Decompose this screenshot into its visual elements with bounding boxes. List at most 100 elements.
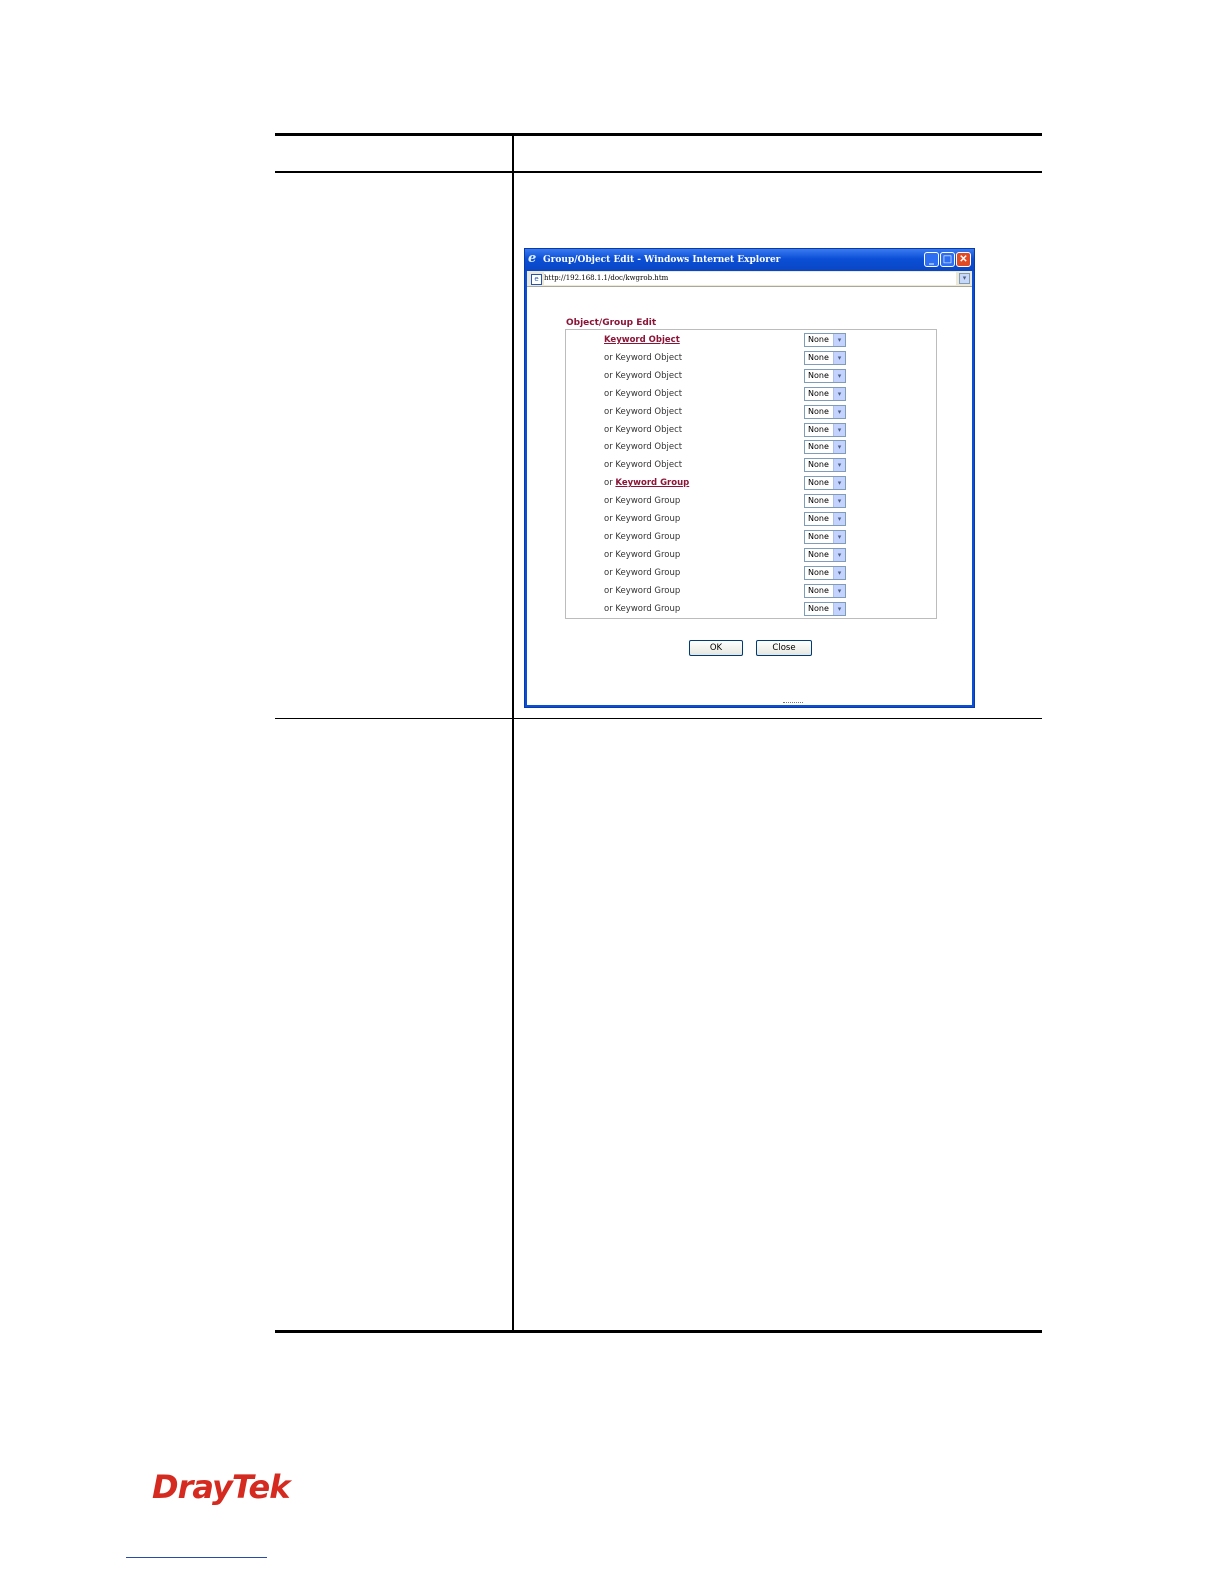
row-prefix: or (604, 531, 616, 542)
chevron-down-icon[interactable]: ▾ (833, 459, 845, 472)
chevron-down-icon[interactable]: ▾ (833, 423, 845, 436)
object-select[interactable]: None ▾ (804, 565, 846, 580)
object-select[interactable]: None ▾ (804, 601, 846, 616)
ie-content-area: e http://192.168.1.1/doc/kwgrob.htm ▾ Ob… (527, 271, 972, 705)
select-value: None (808, 585, 829, 595)
select-value: None (808, 567, 829, 577)
table-top-border (275, 133, 1042, 136)
row-text: Keyword Group (615, 496, 681, 507)
close-button[interactable]: Close (756, 640, 812, 656)
row-label: Keyword Object (604, 335, 680, 345)
row-label: or Keyword Object (604, 389, 682, 399)
select-value: None (808, 352, 829, 362)
maximize-icon[interactable]: □ (940, 252, 955, 267)
row-label: or Keyword Object (604, 442, 682, 452)
object-select[interactable]: None ▾ (804, 512, 846, 526)
address-url[interactable]: http://192.168.1.1/doc/kwgrob.htm (544, 272, 956, 285)
dialog-title: Object/Group Edit (566, 318, 657, 328)
row-link[interactable]: Keyword Group (615, 478, 689, 488)
chevron-down-icon[interactable]: ▾ (833, 548, 845, 561)
object-select[interactable]: None ▾ (804, 368, 846, 383)
table-row: or Keyword Object None ▾ (566, 367, 936, 385)
address-dropdown-icon[interactable]: ▾ (959, 273, 970, 284)
row-text: Keyword Object (615, 442, 683, 453)
object-select[interactable]: None ▾ (804, 422, 846, 437)
row-label: or Keyword Object (604, 371, 682, 381)
select-value: None (808, 549, 829, 559)
chevron-down-icon[interactable]: ▾ (833, 405, 845, 418)
object-select[interactable]: None ▾ (804, 440, 846, 455)
row-prefix: or (604, 603, 616, 614)
table-row: or Keyword Object None ▾ (566, 438, 936, 456)
row-prefix: or (604, 549, 616, 560)
object-select[interactable]: None ▾ (804, 476, 846, 491)
object-select[interactable]: None ▾ (804, 404, 846, 419)
chevron-down-icon[interactable]: ▾ (833, 566, 845, 579)
address-bar[interactable]: e http://192.168.1.1/doc/kwgrob.htm ▾ (527, 271, 972, 287)
row-label: or Keyword Object (604, 353, 682, 363)
row-label: or Keyword Group (604, 550, 680, 560)
chevron-down-icon[interactable]: ▾ (833, 369, 845, 382)
table-row: or Keyword Group None ▾ (566, 600, 936, 618)
chevron-down-icon[interactable]: ▾ (833, 513, 845, 525)
chevron-down-icon[interactable]: ▾ (833, 530, 845, 543)
chevron-down-icon[interactable]: ▾ (833, 334, 845, 346)
status-indicator (783, 702, 803, 705)
row-text: Keyword Object (615, 406, 683, 417)
row-text: Keyword Object (615, 352, 683, 363)
row-text: Keyword Object (615, 370, 683, 381)
select-value: None (808, 335, 829, 344)
ok-button[interactable]: OK (689, 640, 743, 656)
ie-popup-window: e Group/Object Edit - Windows Internet E… (524, 248, 975, 708)
row-text: Keyword Group (615, 567, 681, 578)
minimize-icon[interactable]: _ (924, 252, 939, 267)
row-prefix: or (604, 424, 616, 435)
row-label: or Keyword Object (604, 425, 682, 435)
table-row: or Keyword Object None ▾ (566, 403, 936, 421)
object-select[interactable]: None ▾ (804, 494, 846, 509)
row-text: Keyword Group (615, 585, 681, 596)
window-title-bar[interactable]: e Group/Object Edit - Windows Internet E… (525, 249, 974, 271)
footer-link-underline[interactable] (126, 1557, 267, 1558)
select-value: None (808, 424, 829, 434)
object-select[interactable]: None ▾ (804, 458, 846, 473)
row-label: or Keyword Group (604, 586, 680, 596)
row-text: Keyword Object (615, 388, 683, 399)
chevron-down-icon[interactable]: ▾ (833, 477, 845, 490)
object-select[interactable]: None ▾ (804, 386, 846, 401)
chevron-down-icon[interactable]: ▾ (833, 602, 845, 615)
select-value: None (808, 514, 829, 523)
object-select[interactable]: None ▾ (804, 583, 846, 598)
table-row: or Keyword Group None ▾ (566, 546, 936, 564)
table-row-divider (275, 718, 1042, 719)
row-text: Keyword Group (615, 549, 681, 560)
chevron-down-icon[interactable]: ▾ (833, 387, 845, 400)
table-row: or Keyword Group None ▾ (566, 528, 936, 546)
row-label: or Keyword Object (604, 407, 682, 417)
row-label: or Keyword Group (604, 532, 680, 542)
chevron-down-icon[interactable]: ▾ (833, 584, 845, 597)
row-prefix: or (604, 460, 616, 471)
chevron-down-icon[interactable]: ▾ (833, 441, 845, 454)
row-text: Keyword Group (615, 531, 681, 542)
row-label: or Keyword Group (604, 514, 680, 524)
table-row: Keyword Object None ▾ (566, 331, 936, 349)
table-row: or Keyword Object None ▾ (566, 456, 936, 474)
object-select[interactable]: None ▾ (804, 350, 846, 365)
object-select[interactable]: None ▾ (804, 333, 846, 347)
row-prefix: or (604, 352, 616, 363)
chevron-down-icon[interactable]: ▾ (833, 495, 845, 508)
object-select[interactable]: None ▾ (804, 529, 846, 544)
table-row: or Keyword Object None ▾ (566, 421, 936, 439)
select-value: None (808, 388, 829, 398)
row-prefix: or (604, 585, 616, 596)
object-select[interactable]: None ▾ (804, 547, 846, 562)
row-prefix: or (604, 478, 616, 489)
table-column-divider (512, 133, 514, 1333)
row-text: Keyword Group (615, 603, 681, 614)
close-icon[interactable]: ✕ (956, 252, 971, 267)
row-text: Keyword Object (615, 424, 683, 435)
row-link[interactable]: Keyword Object (604, 335, 680, 345)
select-value: None (808, 370, 829, 380)
chevron-down-icon[interactable]: ▾ (833, 351, 845, 364)
